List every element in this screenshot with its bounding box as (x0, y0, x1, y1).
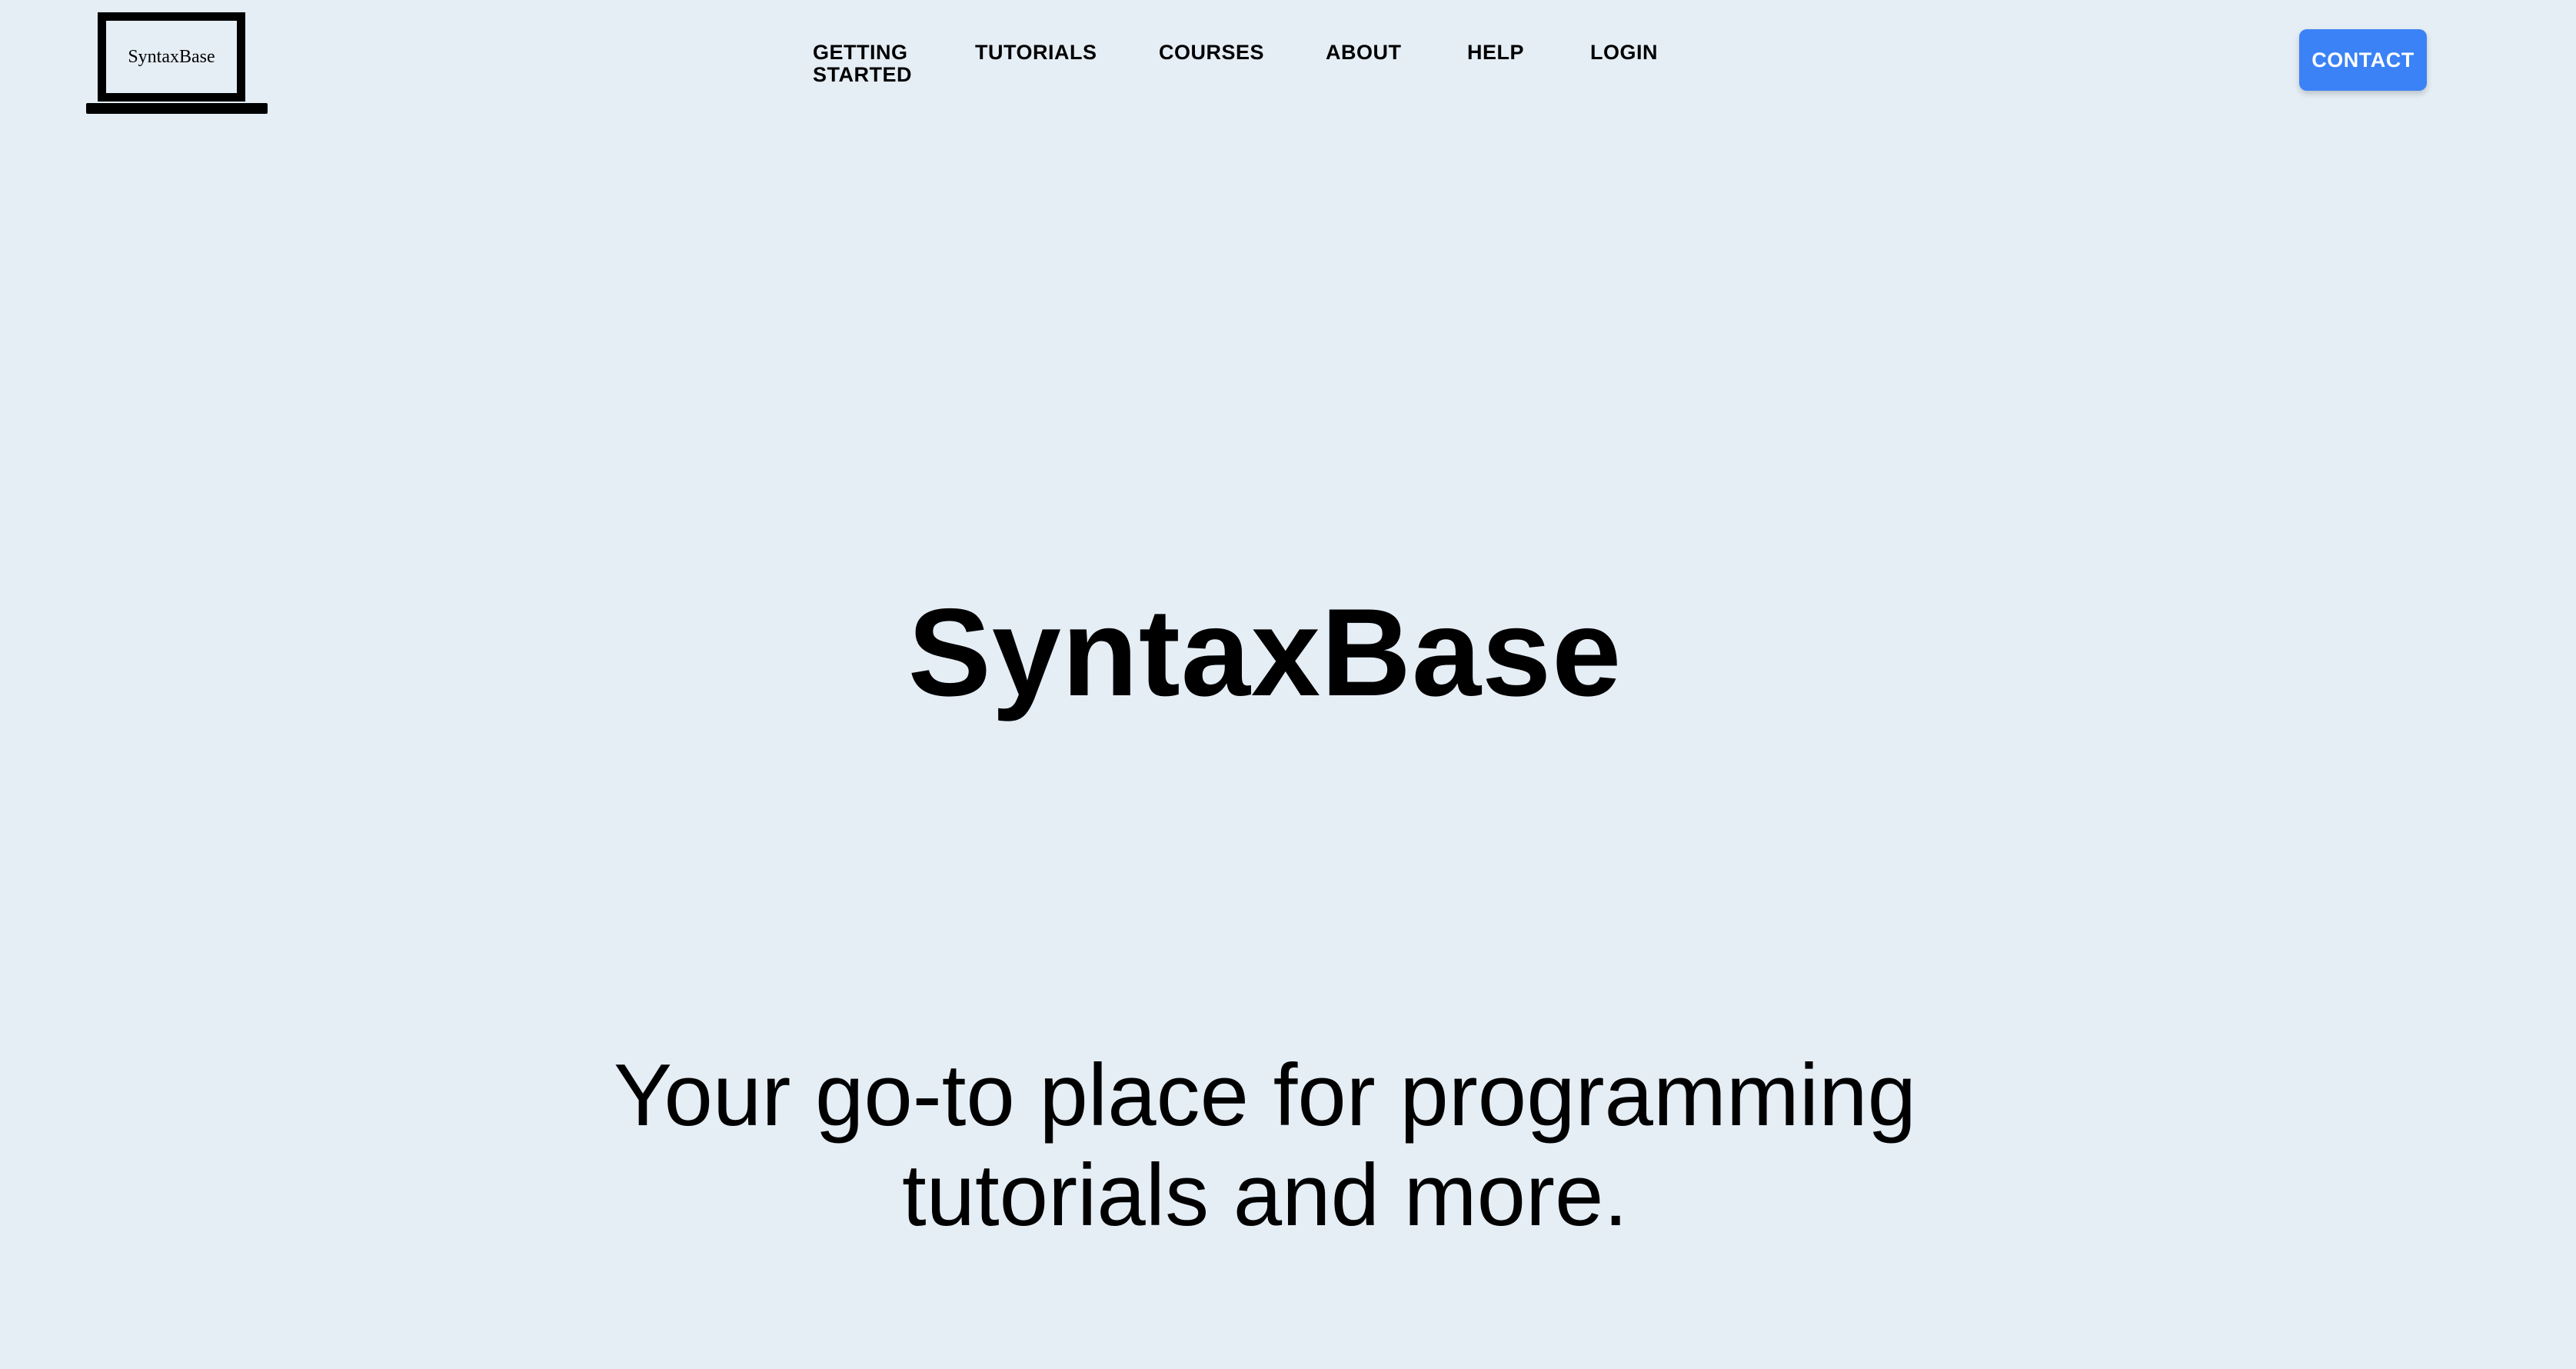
nav-help[interactable]: HELP (1467, 42, 1524, 64)
nav-about[interactable]: ABOUT (1326, 42, 1402, 64)
laptop-icon: SyntaxBase (98, 12, 245, 102)
hero-title: SyntaxBase (907, 583, 1622, 722)
nav-getting-started[interactable]: GETTING STARTED (813, 42, 913, 86)
logo-text: SyntaxBase (128, 46, 215, 67)
nav-tutorials[interactable]: TUTORIALS (975, 42, 1097, 64)
site-logo[interactable]: SyntaxBase (86, 12, 268, 115)
nav-courses[interactable]: COURSES (1159, 42, 1264, 64)
site-header: SyntaxBase GETTING STARTED TUTORIALS COU… (0, 0, 2576, 131)
hero-subtitle: Your go-to place for programming tutoria… (613, 1047, 1917, 1244)
nav-login[interactable]: LOGIN (1590, 42, 1658, 64)
contact-button[interactable]: CONTACT (2299, 29, 2427, 91)
laptop-base (86, 103, 268, 114)
